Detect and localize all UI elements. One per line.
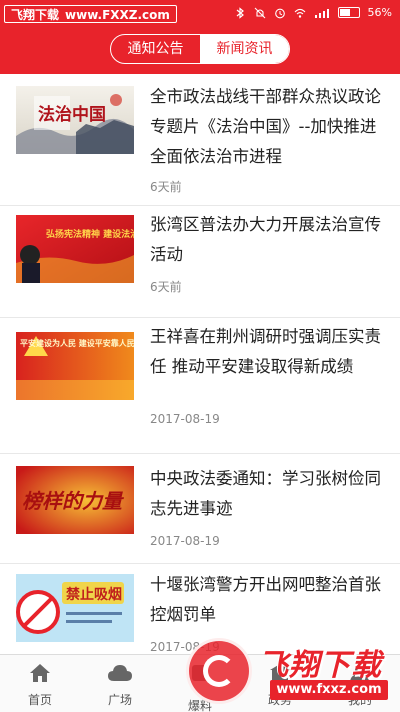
- home-icon: [30, 664, 50, 682]
- thumb-caption: 榜样的力量: [22, 489, 125, 513]
- news-item[interactable]: 弘扬宪法精神 建设法治中国 张湾区普法办大力开展法治宣传活动 6天前: [0, 206, 400, 318]
- news-thumbnail: 弘扬宪法精神 建设法治中国: [16, 215, 134, 283]
- alarm-icon: [274, 8, 285, 18]
- nav-label: 爆料: [187, 699, 212, 712]
- battery-icon: [337, 7, 360, 18]
- nav-government[interactable]: 政务: [240, 655, 320, 712]
- news-thumbnail: 平安建设为人民 建设平安靠人民 平安成果: [16, 332, 134, 400]
- news-list: 法治中国 全市政法战线干部群众热议政论专题片《法治中国》--加快推进全面依法治市…: [0, 74, 400, 672]
- government-icon: [270, 664, 290, 681]
- mute-icon: [254, 7, 265, 18]
- watermark-brand: 飞翔下载: [11, 8, 60, 22]
- nav-label: 政务: [267, 693, 292, 707]
- news-date: 2017-08-19: [150, 412, 220, 426]
- header: 通知公告 新闻资讯: [0, 28, 400, 74]
- nav-profile[interactable]: 我的: [320, 655, 400, 712]
- news-title: 中央政法委通知：学习张树俭同志先进事迹: [150, 469, 381, 518]
- wifi-icon: [294, 8, 305, 18]
- thumb-caption: 平安建设为人民 建设平安靠人民 平安成果: [20, 338, 134, 348]
- nav-report[interactable]: 爆料: [160, 655, 240, 712]
- status-bar: 飞翔下载 www.FXXZ.com 56%: [0, 0, 400, 28]
- thumb-caption: 弘扬宪法精神 建设法治中国: [46, 228, 134, 240]
- news-thumbnail: 法治中国: [16, 86, 134, 154]
- bluetooth-icon: [236, 6, 244, 19]
- nav-label: 广场: [107, 693, 132, 707]
- news-item[interactable]: 榜样的力量 中央政法委通知：学习张树俭同志先进事迹 2017-08-19: [0, 454, 400, 564]
- news-item[interactable]: 平安建设为人民 建设平安靠人民 平安成果 王祥喜在荆州调研时强调压实责任 推动平…: [0, 318, 400, 454]
- signal-icon: [314, 8, 329, 18]
- nav-home[interactable]: 首页: [0, 655, 80, 712]
- news-title: 十堰张湾警方开出网吧整治首张控烟罚单: [150, 575, 381, 624]
- watermark-top: 飞翔下载 www.FXXZ.com: [4, 5, 177, 23]
- tab-news[interactable]: 新闻资讯: [200, 35, 289, 63]
- profile-icon: [350, 664, 370, 683]
- news-date: 2017-08-19: [150, 640, 220, 654]
- report-icon: [192, 665, 208, 681]
- nav-label: 首页: [27, 693, 52, 707]
- tab-notices[interactable]: 通知公告: [111, 35, 200, 63]
- news-thumbnail: 禁止吸烟: [16, 574, 134, 642]
- news-title: 王祥喜在荆州调研时强调压实责任 推动平安建设取得新成绩: [150, 327, 381, 376]
- news-item[interactable]: 法治中国 全市政法战线干部群众热议政论专题片《法治中国》--加快推进全面依法治市…: [0, 74, 400, 206]
- segmented-tabs: 通知公告 新闻资讯: [110, 34, 290, 64]
- news-title: 全市政法战线干部群众热议政论专题片《法治中国》--加快推进全面依法治市进程: [150, 87, 381, 166]
- news-title: 张湾区普法办大力开展法治宣传活动: [150, 215, 381, 264]
- nav-square[interactable]: 广场: [80, 655, 160, 712]
- watermark-url: www.FXXZ.com: [65, 8, 170, 22]
- cloud-icon: [108, 665, 132, 681]
- thumb-caption: 禁止吸烟: [66, 586, 122, 603]
- nav-label: 我的: [347, 693, 372, 707]
- status-icons: 56%: [234, 6, 392, 19]
- battery-percent: 56%: [367, 6, 392, 19]
- thumb-caption: 法治中国: [38, 104, 106, 125]
- news-thumbnail: 榜样的力量: [16, 466, 134, 534]
- bottom-nav: 首页 广场 爆料 政务 我的: [0, 654, 400, 712]
- news-date: 2017-08-19: [150, 534, 220, 548]
- news-date: 6天前: [150, 280, 182, 294]
- news-date: 6天前: [150, 180, 182, 194]
